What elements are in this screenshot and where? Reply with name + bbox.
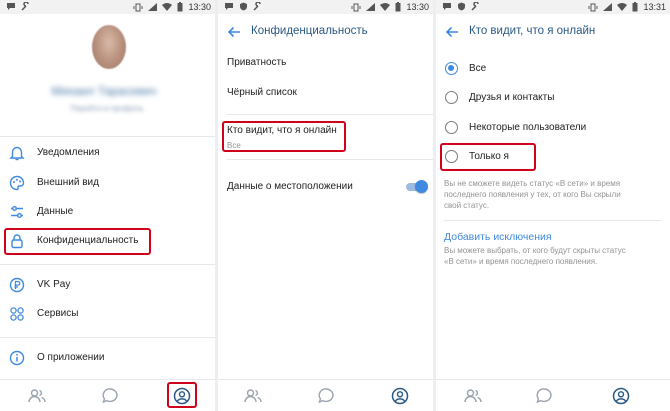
- radio-button[interactable]: [445, 121, 458, 134]
- menu-item-services[interactable]: Сервисы: [0, 303, 215, 325]
- friends-icon[interactable]: [463, 386, 483, 406]
- location-data-label: Данные о местоположении: [227, 181, 353, 192]
- bottom-nav: [436, 379, 670, 411]
- menu-item-label: Данные: [37, 206, 74, 217]
- bell-icon: [9, 146, 25, 161]
- status-bar: 13:31: [436, 0, 670, 14]
- notification-icon: [225, 3, 233, 10]
- menu-item-about[interactable]: О приложении: [0, 347, 215, 369]
- profile-name[interactable]: Михаил Тарасевич: [14, 84, 194, 100]
- wifi-icon: [162, 2, 173, 11]
- app-bar: Конфиденциальность: [218, 14, 433, 50]
- option-label: Некоторые пользователи: [469, 122, 587, 133]
- highlight-box: [167, 382, 197, 408]
- exceptions-note: Вы можете выбрать, от кого будут скрыты …: [444, 245, 662, 267]
- bottom-nav: [0, 379, 215, 411]
- battery-icon: [177, 2, 183, 12]
- back-arrow-icon[interactable]: [444, 24, 460, 40]
- privacy-item[interactable]: Приватность: [227, 57, 286, 68]
- shield-icon: [240, 2, 247, 11]
- status-time: 13:31: [643, 2, 666, 12]
- note-line: свой статус.: [444, 201, 490, 210]
- option-label: Все: [469, 63, 487, 74]
- messages-icon[interactable]: [100, 386, 120, 406]
- menu-item-label: Внешний вид: [37, 177, 99, 188]
- back-arrow-icon[interactable]: [226, 24, 242, 40]
- profile-icon[interactable]: [390, 386, 410, 406]
- divider: [227, 159, 433, 160]
- divider: [227, 114, 433, 115]
- messages-icon[interactable]: [534, 386, 554, 406]
- status-bar: 13:30: [0, 0, 215, 14]
- note-line: Вы можете выбрать, от кого будут скрыты …: [444, 246, 626, 255]
- option-all[interactable]: Все: [436, 58, 670, 80]
- info-icon: [9, 350, 25, 366]
- menu-item-appearance[interactable]: Внешний вид: [0, 172, 215, 194]
- avatar[interactable]: [92, 25, 126, 69]
- vibrate-icon: [588, 3, 598, 11]
- divider: [0, 136, 215, 137]
- wrench-icon: [253, 2, 261, 11]
- privacy-panel: 13:30 Конфиденциальность Приватность Чёр…: [218, 0, 433, 411]
- option-some-users[interactable]: Некоторые пользователи: [436, 117, 670, 139]
- note-line: последнего появления у тех, от кого Вы с…: [444, 190, 621, 199]
- page-title: Конфиденциальность: [251, 25, 368, 37]
- note-line: Вы не сможете видеть статус «В сети» и в…: [444, 179, 621, 188]
- ruble-icon: [9, 277, 25, 293]
- messages-icon[interactable]: [316, 386, 336, 406]
- radio-button[interactable]: [445, 91, 458, 104]
- page-title: Кто видит, что я онлайн: [469, 25, 596, 37]
- profile-icon[interactable]: [611, 386, 631, 406]
- signal-icon: [366, 2, 376, 11]
- radio-button[interactable]: [445, 62, 458, 75]
- location-toggle[interactable]: [404, 180, 428, 194]
- blacklist-item[interactable]: Чёрный список: [227, 87, 297, 98]
- vibrate-icon: [351, 3, 361, 11]
- wrench-icon: [471, 2, 479, 11]
- sliders-icon: [11, 206, 23, 218]
- vibrate-icon: [133, 3, 143, 11]
- divider: [444, 220, 662, 221]
- settings-panel: 13:30 Михаил Тарасевич Перейти в профиль…: [0, 0, 215, 411]
- notification-icon: [7, 3, 15, 10]
- shield-icon: [458, 2, 465, 11]
- menu-item-label: Сервисы: [37, 308, 79, 319]
- note-line: «В сети» и время последнего появления.: [444, 257, 598, 266]
- signal-icon: [603, 2, 613, 11]
- status-time: 13:30: [188, 2, 211, 12]
- menu-item-notifications[interactable]: Уведомления: [0, 142, 215, 164]
- friends-icon[interactable]: [27, 386, 47, 406]
- divider: [0, 337, 215, 338]
- grid-icon: [10, 307, 24, 321]
- menu-item-data[interactable]: Данные: [0, 201, 215, 223]
- battery-icon: [632, 2, 638, 12]
- highlight-box: [440, 143, 536, 171]
- friends-icon[interactable]: [243, 386, 263, 406]
- palette-icon: [9, 175, 25, 191]
- menu-item-vkpay[interactable]: VK Pay: [0, 274, 215, 296]
- notification-icon: [443, 3, 451, 10]
- app-bar: Кто видит, что я онлайн: [436, 14, 670, 50]
- menu-item-label: VK Pay: [37, 279, 71, 290]
- wifi-icon: [380, 2, 391, 11]
- option-label: Друзья и контакты: [469, 92, 555, 103]
- status-time: 13:30: [406, 2, 429, 12]
- highlight-box: [4, 228, 151, 255]
- wifi-icon: [617, 2, 628, 11]
- highlight-box: [222, 121, 346, 152]
- menu-item-label: О приложении: [37, 352, 105, 363]
- bottom-nav: [218, 379, 433, 411]
- wrench-icon: [21, 2, 29, 11]
- menu-item-label: Уведомления: [37, 147, 100, 158]
- only-me-note: Вы не сможете видеть статус «В сети» и в…: [444, 178, 662, 211]
- toggle-knob: [415, 180, 428, 193]
- online-visibility-panel: 13:31 Кто видит, что я онлайн Все Друзья…: [436, 0, 670, 411]
- divider: [0, 264, 215, 265]
- battery-icon: [395, 2, 401, 12]
- profile-link[interactable]: Перейти в профиль: [62, 104, 152, 114]
- signal-icon: [148, 2, 158, 11]
- status-bar: 13:30: [218, 0, 433, 14]
- add-exceptions-link[interactable]: Добавить исключения: [444, 231, 552, 243]
- option-friends-contacts[interactable]: Друзья и контакты: [436, 87, 670, 109]
